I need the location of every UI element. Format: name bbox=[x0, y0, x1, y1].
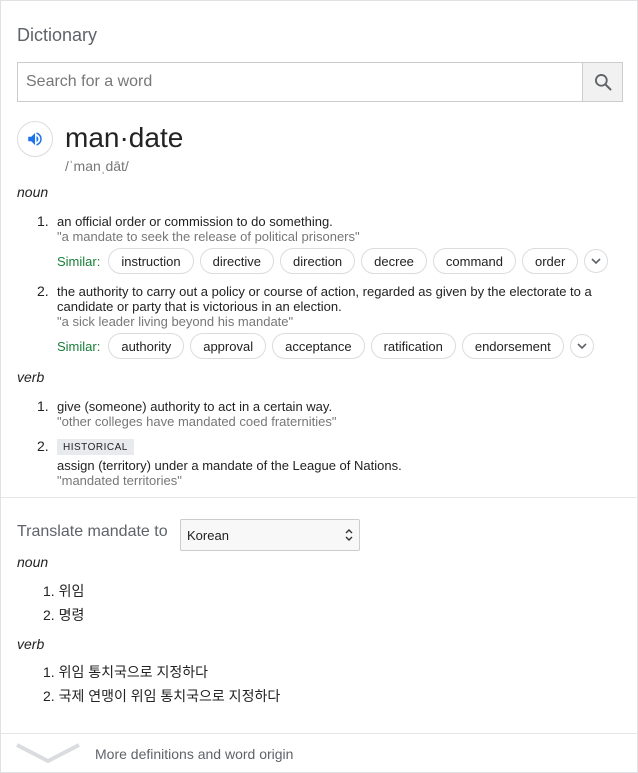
card-title: Dictionary bbox=[17, 25, 98, 45]
noun-sense-2: 2. the authority to carry out a policy o… bbox=[37, 284, 617, 334]
sense-example: "other colleges have mandated coed frate… bbox=[57, 414, 337, 429]
sense-number: 2. bbox=[37, 438, 49, 454]
similar-chip[interactable]: direction bbox=[280, 248, 356, 274]
chevron-down-icon bbox=[577, 343, 587, 350]
footer-divider bbox=[1, 733, 638, 734]
verb-sense-2: 2. HISTORICAL assign (territory) under a… bbox=[37, 439, 617, 489]
phonetic: /ˈmanˌdāt/ bbox=[65, 158, 129, 174]
sense-example: "mandated territories" bbox=[57, 473, 182, 488]
similar-label: Similar: bbox=[57, 253, 101, 269]
pronunciation-button[interactable] bbox=[17, 121, 53, 157]
dictionary-card: Dictionary man·date /ˈmanˌdāt/ noun 1. a… bbox=[0, 0, 638, 773]
search-box bbox=[17, 62, 623, 102]
pos-verb: verb bbox=[17, 369, 45, 385]
similar-row-noun-1: Similar: instruction directive direction… bbox=[57, 248, 609, 274]
similar-chip[interactable]: ratification bbox=[370, 333, 456, 359]
sense-definition: give (someone) authority to act in a cer… bbox=[57, 399, 333, 414]
similar-chip[interactable]: instruction bbox=[108, 248, 194, 274]
similar-chip[interactable]: endorsement bbox=[461, 333, 564, 359]
similar-chip[interactable]: authority bbox=[108, 333, 185, 359]
pos-noun: noun bbox=[17, 184, 49, 200]
sense-number: 2. bbox=[37, 283, 49, 299]
expand-similar-button[interactable] bbox=[584, 249, 609, 273]
translation-item: 1. 위임 bbox=[43, 583, 85, 599]
more-definitions-link[interactable]: More definitions and word origin bbox=[95, 746, 293, 762]
similar-chip[interactable]: command bbox=[432, 248, 516, 274]
search-button[interactable] bbox=[582, 63, 622, 101]
translation-item: 1. 위임 통치국으로 지정하다 bbox=[43, 664, 209, 680]
sense-definition: assign (territory) under a mandate of th… bbox=[57, 458, 402, 473]
expand-similar-button[interactable] bbox=[569, 334, 594, 358]
similar-chip[interactable]: directive bbox=[199, 248, 275, 274]
chevron-down-icon bbox=[591, 258, 601, 265]
sense-definition: an official order or commission to do so… bbox=[57, 214, 333, 229]
verb-sense-1: 1. give (someone) authority to act in a … bbox=[37, 399, 617, 431]
language-selected: Korean bbox=[187, 527, 229, 543]
similar-chip[interactable]: acceptance bbox=[272, 333, 365, 359]
translate-pos-verb: verb bbox=[17, 636, 45, 652]
section-divider bbox=[1, 497, 638, 498]
sense-example: "a mandate to seek the release of politi… bbox=[57, 229, 360, 244]
sense-definition: the authority to carry out a policy or c… bbox=[57, 284, 592, 314]
similar-row-noun-2: Similar: authority approval acceptance r… bbox=[57, 333, 594, 359]
similar-label: Similar: bbox=[57, 338, 101, 354]
similar-chip[interactable]: decree bbox=[361, 248, 427, 274]
expand-chevron-icon[interactable] bbox=[15, 741, 81, 765]
select-arrows-icon bbox=[345, 529, 353, 541]
similar-chip[interactable]: approval bbox=[190, 333, 267, 359]
headword: man·date bbox=[65, 122, 184, 153]
search-input[interactable] bbox=[18, 63, 582, 101]
translate-label: Translate mandate to bbox=[17, 523, 168, 540]
translate-pos-noun: noun bbox=[17, 554, 49, 570]
speaker-icon bbox=[28, 132, 42, 146]
translation-item: 2. 국제 연맹이 위임 통치국으로 지정하다 bbox=[43, 688, 281, 704]
sense-number: 1. bbox=[37, 398, 49, 414]
search-icon bbox=[594, 74, 611, 91]
similar-chip[interactable]: order bbox=[521, 248, 579, 274]
sense-number: 1. bbox=[37, 213, 49, 229]
language-select[interactable]: Korean bbox=[180, 519, 360, 551]
sense-example: "a sick leader living beyond his mandate… bbox=[57, 314, 294, 329]
historical-badge: HISTORICAL bbox=[57, 439, 134, 455]
translation-item: 2. 명령 bbox=[43, 607, 85, 623]
